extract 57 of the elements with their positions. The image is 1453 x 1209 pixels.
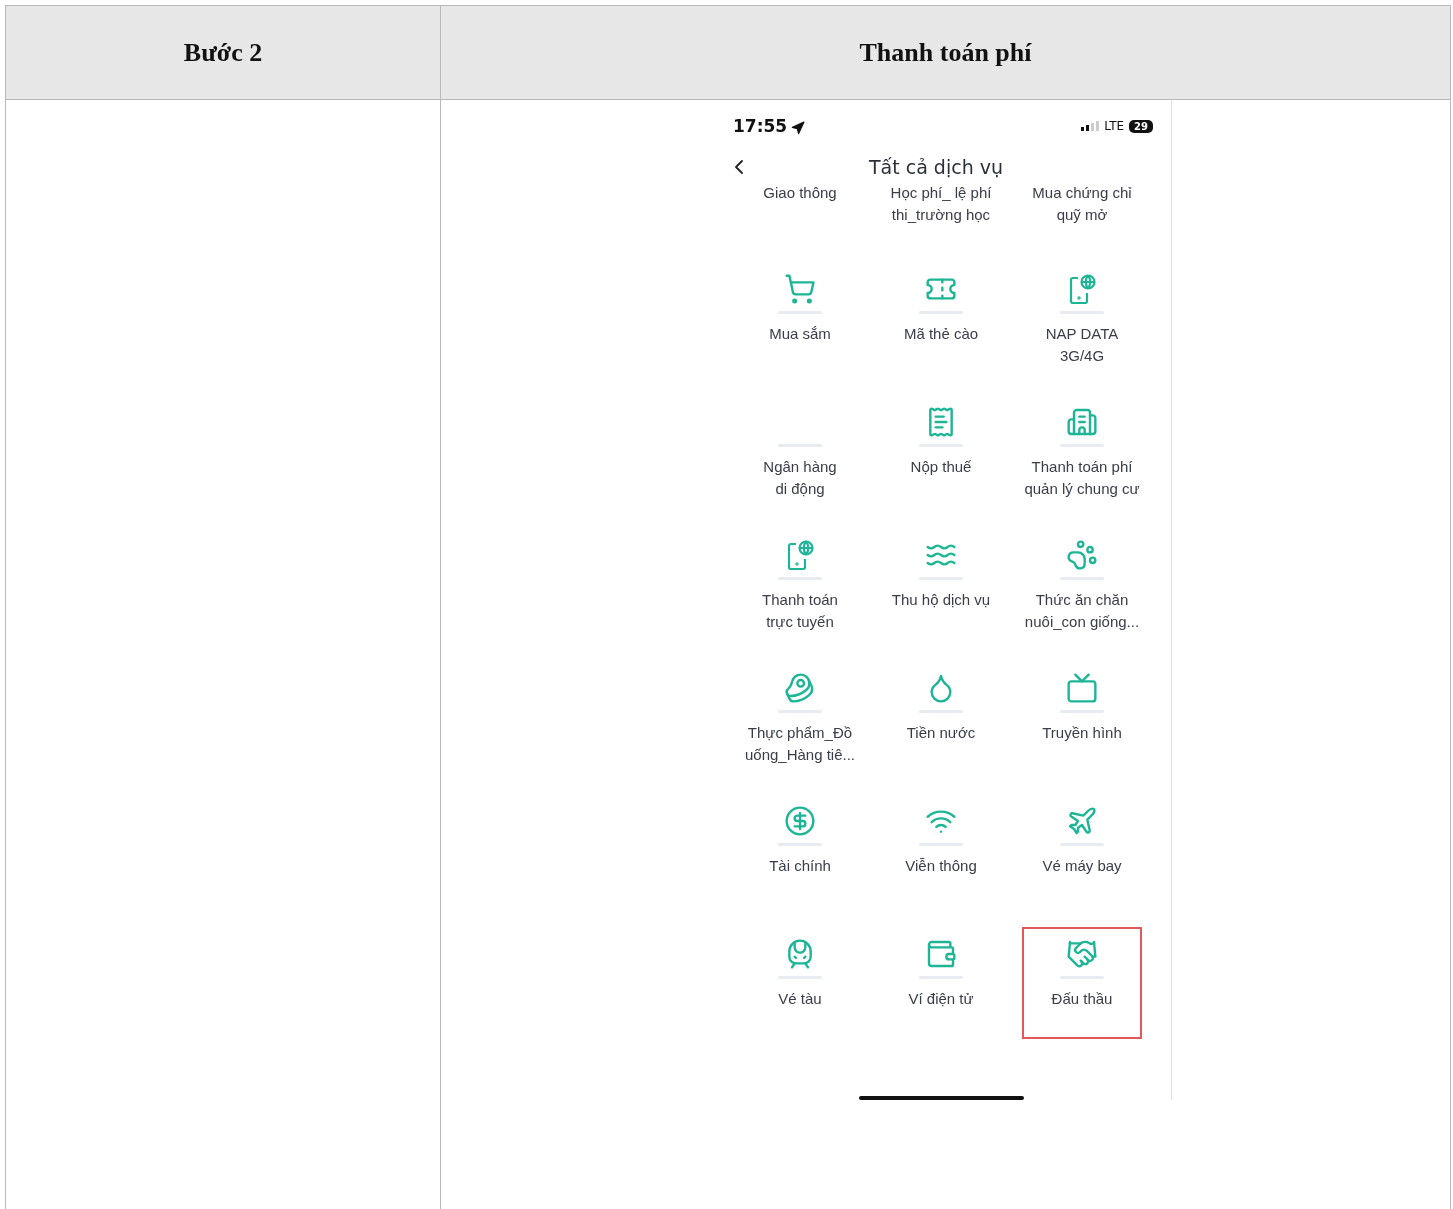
service-label: Thức ăn chăn nuôi_con giống... bbox=[1024, 590, 1140, 633]
service-tile[interactable]: Giao thông bbox=[740, 180, 860, 233]
service-tile[interactable]: Mã thẻ cào bbox=[881, 262, 1001, 375]
paw-icon bbox=[1066, 539, 1098, 572]
service-label: Truyền hình bbox=[1042, 723, 1122, 744]
service-label: Viễn thông bbox=[905, 856, 977, 877]
service-label: Học phí_ lệ phí thi_trường học bbox=[890, 183, 992, 226]
phone-globe-icon bbox=[1067, 273, 1097, 306]
service-tile[interactable]: Học phí_ lệ phí thi_trường học bbox=[881, 180, 1001, 233]
service-tile[interactable]: Ngân hàng di động bbox=[740, 395, 860, 508]
service-label: Thực phẩm_Đồ uống_Hàng tiê... bbox=[744, 723, 856, 766]
service-tile[interactable]: Vé máy bay bbox=[1022, 794, 1142, 907]
service-label: Ví điện tử bbox=[908, 989, 974, 1010]
service-label: Thanh toán phí quản lý chung cư bbox=[1024, 457, 1140, 500]
service-tile[interactable]: Thu hộ dịch vụ bbox=[881, 528, 1001, 641]
service-tile[interactable]: Tiền nước bbox=[881, 661, 1001, 774]
service-label: Mua sắm bbox=[769, 324, 831, 345]
service-label: NAP DATA 3G/4G bbox=[1045, 324, 1119, 367]
phone-globe-icon bbox=[785, 539, 815, 572]
network-label: LTE bbox=[1104, 119, 1125, 133]
service-label: Thu hộ dịch vụ bbox=[891, 590, 991, 611]
service-tile[interactable]: Mua chứng chỉ quỹ mở bbox=[1022, 180, 1142, 233]
service-tile[interactable]: Tài chính bbox=[740, 794, 860, 907]
service-tile[interactable]: Truyền hình bbox=[1022, 661, 1142, 774]
battery-level: 29 bbox=[1129, 119, 1153, 133]
tv-icon bbox=[1066, 672, 1098, 705]
handshake-icon bbox=[1066, 938, 1098, 971]
service-tile[interactable]: Ví điện tử bbox=[881, 927, 1001, 1040]
signal-icon bbox=[1081, 121, 1100, 131]
dollar-icon bbox=[784, 805, 816, 838]
service-tile[interactable]: Vé tàu bbox=[740, 927, 860, 1040]
service-tile[interactable]: NAP DATA 3G/4G bbox=[1022, 262, 1142, 375]
service-label: Giao thông bbox=[763, 183, 837, 204]
service-label: Vé tàu bbox=[778, 989, 822, 1010]
service-label: Thanh toán trực tuyến bbox=[762, 590, 838, 633]
status-time: 17:55 bbox=[733, 116, 788, 136]
service-tile[interactable]: Viễn thông bbox=[881, 794, 1001, 907]
table-header: Thanh toán phí bbox=[441, 6, 1450, 100]
service-tile[interactable]: Thức ăn chăn nuôi_con giống... bbox=[1022, 528, 1142, 641]
service-tile[interactable]: Thanh toán phí quản lý chung cư bbox=[1022, 395, 1142, 508]
service-label: Đấu thầu bbox=[1051, 989, 1113, 1010]
service-label: Tiền nước bbox=[906, 723, 976, 744]
service-label: Nộp thuế bbox=[910, 457, 972, 478]
screen-title: Tất cả dịch vụ bbox=[868, 156, 1004, 179]
service-label: Ngân hàng di động bbox=[763, 457, 837, 500]
service-tile[interactable]: Thanh toán trực tuyến bbox=[740, 528, 860, 641]
service-label: Mua chứng chỉ quỹ mở bbox=[1032, 183, 1132, 226]
meat-icon bbox=[784, 672, 816, 705]
service-tile[interactable]: Nộp thuế bbox=[881, 395, 1001, 508]
service-tile[interactable]: Mua sắm bbox=[740, 262, 860, 375]
service-label: Mã thẻ cào bbox=[903, 324, 979, 345]
service-tile[interactable]: Thực phẩm_Đồ uống_Hàng tiê... bbox=[740, 661, 860, 774]
service-label: Vé máy bay bbox=[1042, 856, 1122, 877]
service-tile[interactable]: Đấu thầu bbox=[1022, 927, 1142, 1040]
table-header: Bước 2 bbox=[6, 6, 441, 100]
service-label: Tài chính bbox=[769, 856, 831, 877]
cart-icon bbox=[784, 273, 816, 306]
